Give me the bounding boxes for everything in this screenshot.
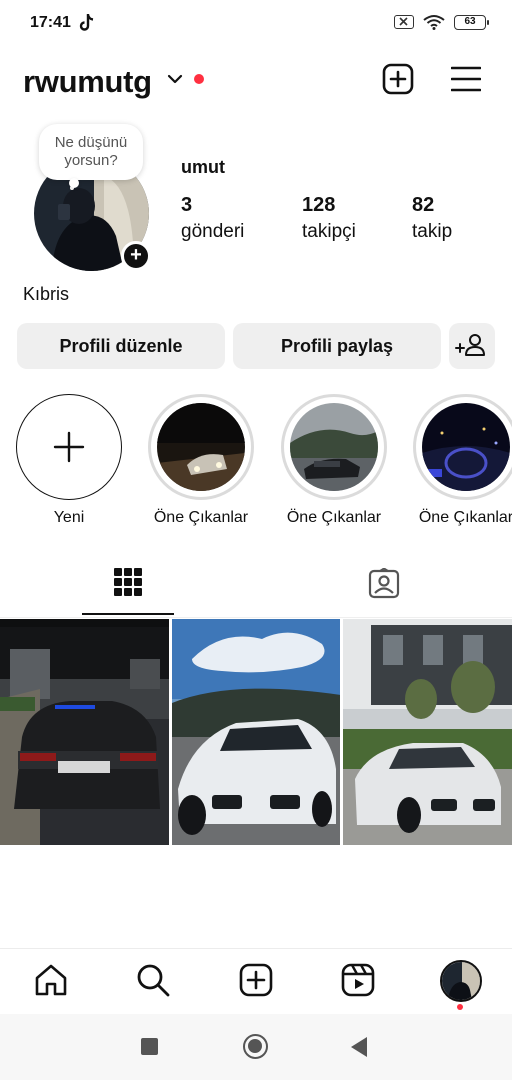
recents-button[interactable] bbox=[141, 1038, 158, 1055]
stat-followers-count: 128 bbox=[302, 194, 336, 216]
stat-posts-count: 3 bbox=[181, 194, 193, 216]
username[interactable]: rwumutg bbox=[23, 64, 152, 100]
add-person-icon bbox=[455, 334, 485, 356]
bottom-nav bbox=[0, 948, 512, 1014]
highlight-cover bbox=[157, 403, 245, 491]
tagged-icon[interactable] bbox=[368, 568, 400, 600]
back-button[interactable] bbox=[351, 1037, 367, 1057]
no-sim-icon bbox=[394, 15, 414, 29]
stat-following-count: 82 bbox=[412, 194, 435, 216]
post-thumbnail[interactable] bbox=[0, 619, 169, 845]
stat-posts[interactable]: 3 gönderi bbox=[181, 194, 244, 243]
highlight-cover bbox=[290, 403, 378, 491]
stat-posts-label: gönderi bbox=[181, 221, 245, 242]
battery-level: 63 bbox=[464, 15, 476, 27]
highlight-item[interactable]: Öne Çıkanlar bbox=[280, 394, 388, 527]
status-time: 17:41 bbox=[30, 14, 71, 31]
highlight-label: Yeni bbox=[53, 509, 85, 526]
highlight-ring bbox=[281, 394, 387, 500]
plus-icon bbox=[53, 431, 84, 462]
highlight-new[interactable]: Yeni bbox=[15, 394, 123, 527]
bio-text: Kıbris bbox=[23, 284, 70, 304]
highlight-new-circle bbox=[16, 394, 122, 500]
stat-followers-label: takipçi bbox=[302, 221, 356, 242]
post-grid bbox=[0, 619, 512, 845]
search-icon[interactable] bbox=[135, 962, 171, 998]
display-name: umut bbox=[181, 157, 225, 177]
stat-following[interactable]: 82 takip bbox=[412, 194, 452, 243]
status-bar: 17:41 63 bbox=[0, 0, 512, 48]
profile-tabs bbox=[0, 556, 512, 618]
stat-followers[interactable]: 128 takipçi bbox=[302, 194, 356, 243]
post-thumbnail[interactable] bbox=[171, 619, 341, 845]
profile-avatar[interactable] bbox=[440, 960, 482, 1002]
highlight-label: Öne Çıkanlar bbox=[286, 509, 382, 526]
highlight-ring bbox=[413, 394, 512, 500]
highlight-ring bbox=[148, 394, 254, 500]
highlight-cover bbox=[422, 403, 510, 491]
tab-active-indicator bbox=[82, 613, 174, 615]
notification-dot bbox=[457, 1004, 463, 1010]
wifi-icon bbox=[423, 15, 445, 30]
share-profile-button[interactable]: Profili paylaş bbox=[233, 323, 441, 369]
edit-profile-button[interactable]: Profili düzenle bbox=[17, 323, 225, 369]
stat-following-label: takip bbox=[412, 221, 453, 242]
battery-icon: 63 bbox=[454, 14, 489, 30]
notification-dot bbox=[194, 74, 204, 84]
highlight-item[interactable]: Öne Çıkanlar bbox=[412, 394, 512, 527]
highlight-label: Öne Çıkanlar bbox=[418, 509, 512, 526]
chevron-down-icon[interactable] bbox=[166, 70, 184, 88]
home-icon[interactable] bbox=[33, 962, 69, 998]
grid-icon[interactable] bbox=[114, 566, 142, 598]
system-nav-bar bbox=[0, 1014, 512, 1080]
profile-header: rwumutg bbox=[0, 56, 512, 106]
reels-icon[interactable] bbox=[340, 962, 376, 998]
highlight-label: Öne Çıkanlar bbox=[153, 509, 249, 526]
tiktok-icon bbox=[79, 14, 94, 31]
create-icon[interactable] bbox=[238, 962, 274, 998]
highlight-item[interactable]: Öne Çıkanlar bbox=[147, 394, 255, 527]
add-story-button[interactable]: + bbox=[121, 241, 151, 271]
post-thumbnail[interactable] bbox=[343, 619, 512, 845]
home-button[interactable] bbox=[243, 1034, 268, 1059]
add-post-icon[interactable] bbox=[382, 63, 414, 95]
discover-people-button[interactable] bbox=[449, 323, 495, 369]
menu-icon[interactable] bbox=[451, 65, 481, 93]
note-bubble[interactable]: Ne düşünü yorsun? bbox=[39, 124, 143, 188]
